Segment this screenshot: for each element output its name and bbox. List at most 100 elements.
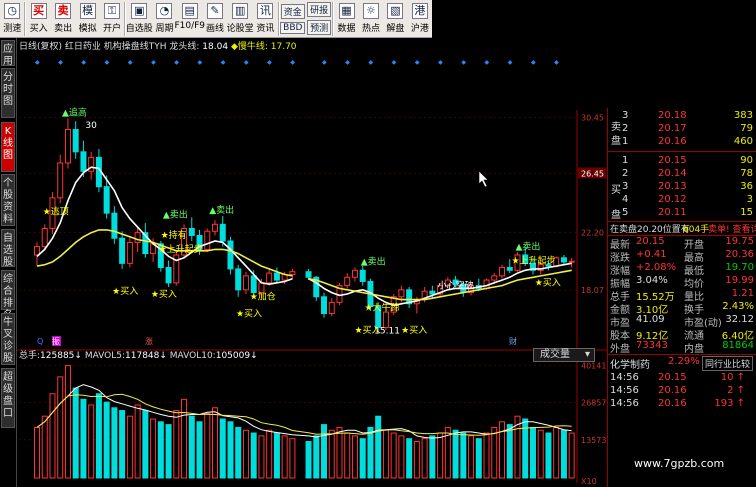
watermark: www.7gpzb.com	[634, 457, 725, 470]
toolbar-news-button[interactable]: 讯资讯	[253, 0, 277, 38]
tick-time: 14:56	[610, 398, 639, 409]
sell-level: 2	[622, 123, 629, 134]
buy-volume: 3	[746, 194, 753, 205]
toolbar-small-button[interactable]: BBD	[280, 21, 306, 34]
header-long_label: 龙头线:	[169, 40, 202, 52]
toolbar-label: F10/F9	[174, 21, 206, 31]
sell-side-label-2: 盘	[611, 136, 621, 147]
gauge-icon: ◷	[4, 3, 21, 19]
mouse-cursor-icon	[478, 170, 489, 188]
volume-bar	[150, 418, 157, 479]
sidebar-tab-0[interactable]: 应用	[1, 40, 15, 67]
header-bull_val: 17.70	[271, 42, 297, 52]
candle	[173, 250, 180, 286]
sell-row: 2 20.17 79	[608, 123, 756, 136]
toolbar-gauge-button[interactable]: ◷ 测速	[0, 0, 24, 38]
toolbar-data-button[interactable]: ▦ 数据	[334, 0, 358, 38]
toolbar-small-button[interactable]: 研报	[307, 2, 332, 17]
toolbar-label: 解盘	[386, 24, 405, 34]
volume-indicator-dropdown[interactable]: 成交量 ▾	[533, 348, 595, 362]
sidebar-tab-4[interactable]: 自选股	[1, 229, 15, 268]
volume-bar	[181, 398, 188, 479]
volume-bar	[499, 421, 506, 479]
buy-row: 2 20.14 78	[608, 168, 756, 181]
toolbar-hot-button[interactable]: ☼ 热点	[359, 0, 383, 38]
candle	[227, 236, 234, 275]
toolbar-period-button[interactable]: ◔ 周期	[152, 0, 176, 38]
toolbar-analysis-button[interactable]: ▧ 解盘	[383, 0, 407, 38]
annot-chase: ▲追高	[62, 107, 87, 119]
volume-bar	[64, 365, 71, 479]
toolbar-draw-button[interactable]: ✎ 画线	[203, 0, 227, 38]
toolbar-lock-button[interactable]: ⚿ 开户	[100, 0, 124, 38]
zhen-marker[interactable]: 涨	[145, 336, 153, 346]
sidebar-tab-7[interactable]: 超级盘口	[1, 368, 15, 428]
volume-bar	[568, 432, 575, 479]
toolbar-buy-button[interactable]: 买买入	[26, 0, 50, 38]
data-icon: ▦	[338, 3, 355, 19]
sidebar-tab-5[interactable]: 综合排名	[1, 270, 15, 321]
header-period: 日线(复权)	[19, 40, 65, 52]
quote-value: +2.08%	[636, 262, 677, 273]
toolbar-simulate-button[interactable]: 模模拟	[75, 0, 99, 38]
status-tip-link[interactable]: 卖单! 查看详细	[708, 222, 756, 235]
toolbar-hk-button[interactable]: 港沪港	[408, 0, 432, 38]
toolbar-small-button[interactable]: 资金	[280, 3, 305, 19]
volume-bar	[250, 432, 257, 479]
buy-price: 20.12	[658, 194, 687, 205]
toolbar-f10-button[interactable]: ▤ F10/F9	[174, 0, 206, 38]
hot-icon: ☼	[362, 3, 379, 19]
fund-stack: 资金 BBD	[280, 0, 306, 37]
volume-bar	[212, 407, 218, 479]
quote-label: 外盘	[610, 344, 630, 355]
tick-volume: 2 ↑	[727, 385, 745, 396]
candles	[34, 118, 575, 332]
left-sidebar: 应用分时图 K线图个股资料自选股综合排名牛叉诊股超级盘口	[0, 38, 17, 487]
sidebar-tab-6[interactable]: 牛叉诊股	[1, 313, 15, 365]
volume-bar	[336, 426, 343, 479]
volume-bar	[188, 415, 195, 479]
sell-price: 20.16	[658, 136, 687, 147]
quote-row: 振幅 3.04% 均价 19.99	[608, 275, 756, 290]
signal-annotations: ▲追高 30 ★逃顶 ▲卖出 ▲卖出 ★持有 ★上升起步 ★买入 ★买入 ★加仓 ★买入 ▲卖出 ★大牛…	[43, 107, 561, 337]
volume-bar	[34, 426, 40, 479]
quote-value-2: 1.21	[731, 288, 754, 299]
sidebar-tab-3[interactable]: 个股资料	[1, 174, 15, 226]
status-row[interactable]: 在卖盘20.20位置有604手卖单! 查看详细	[608, 222, 756, 235]
svg-text:◆: ◆	[58, 59, 63, 66]
sector-row[interactable]: 化学制药 2.29% 同行业比较	[608, 356, 756, 371]
volume-axis-label: 13573	[581, 436, 606, 445]
sidebar-tab-1[interactable]: 分时图	[1, 68, 15, 118]
buy-level: 1	[622, 155, 629, 166]
volume-bar	[506, 424, 513, 479]
toolbar-forum-button[interactable]: ▥ 论股堂	[227, 0, 254, 38]
svg-text:◆: ◆	[290, 59, 295, 66]
volume-bar	[111, 407, 118, 479]
sidebar-tab-2[interactable]: K线图	[1, 122, 15, 172]
quote-value: 3.04%	[636, 275, 668, 286]
candle	[57, 154, 64, 204]
volume-bar	[545, 432, 552, 479]
volume-bar	[537, 429, 544, 479]
status-text: 在卖盘20.20位置有	[610, 225, 690, 235]
quote-label-2: 内盘	[684, 344, 704, 355]
toolbar-small-button[interactable]: 预测	[307, 20, 332, 35]
sector-compare-tab[interactable]: 同行业比较	[701, 356, 753, 371]
toolbar-watchlist-button[interactable]: ▣ 自选股	[126, 0, 153, 38]
buy-side-label: 买	[611, 185, 621, 196]
volume-axis-label: 40141	[581, 361, 606, 370]
kline-chart-area[interactable]: 日线(复权) 红日药业 机构操盘线TYH 龙头线: 18.04 ◆慢牛线: 17…	[17, 38, 607, 487]
svg-text:◆: ◆	[345, 59, 350, 66]
q-marker[interactable]: Q	[37, 337, 43, 346]
ban-marker[interactable]: 振	[52, 336, 60, 346]
simulate-icon: 模	[79, 3, 96, 19]
quote-value: +0.41	[636, 249, 667, 260]
stock-app: ◷ 测速买买入卖卖出模模拟 ⚿ 开户 ▣ 自选股 ◔ 周期 ▤ F10/F9 ✎ 画线 ▥ 论股堂讯资讯资…	[0, 0, 756, 487]
svg-text:◆: ◆	[198, 59, 203, 66]
volume-bar	[529, 426, 536, 479]
toolbar-sell-button[interactable]: 卖卖出	[51, 0, 75, 38]
annot-rise-start-2: ★上升起步	[511, 255, 555, 266]
cai-marker[interactable]: 财	[509, 336, 517, 346]
chevron-down-icon: ▾	[584, 349, 590, 360]
sector-name: 化学制药	[610, 360, 650, 371]
